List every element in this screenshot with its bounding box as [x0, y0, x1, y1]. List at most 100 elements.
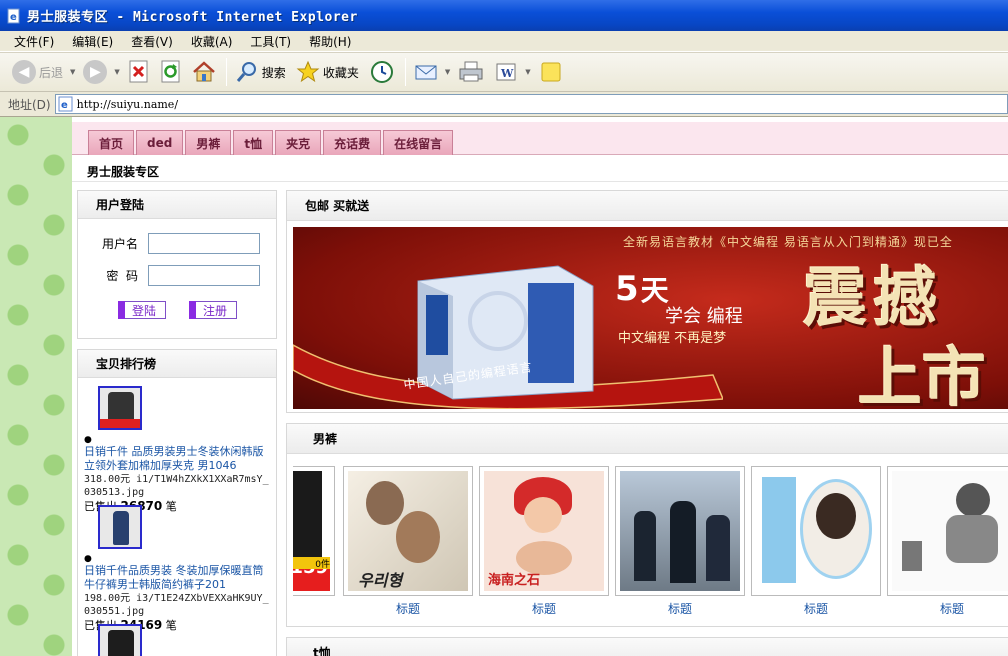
- ie-page-icon: e: [7, 8, 20, 23]
- refresh-icon: [161, 60, 180, 83]
- username-input[interactable]: [148, 233, 260, 254]
- image-overlay-text: 海南之石: [488, 573, 541, 588]
- back-arrow-icon: ◀: [12, 60, 36, 84]
- nav-tab-home[interactable]: 首页: [88, 130, 135, 155]
- product-thumbnail[interactable]: [98, 624, 142, 656]
- password-row: 密 码: [78, 265, 260, 286]
- login-panel: 用户登陆 用户名 密 码 登陆 注册: [77, 190, 277, 339]
- forward-arrow-icon: ▶: [83, 60, 108, 84]
- history-button[interactable]: [365, 56, 399, 88]
- pants-heading: 男裤: [287, 424, 1008, 454]
- stop-button[interactable]: [124, 56, 154, 88]
- svg-text:W: W: [500, 67, 514, 80]
- product-image-frame: [887, 466, 1008, 596]
- discuss-button[interactable]: [535, 56, 567, 88]
- menu-favorites[interactable]: 收藏(A): [183, 33, 243, 50]
- window-title: 男士服装专区 - Microsoft Internet Explorer: [27, 10, 358, 25]
- badge-text: 0件: [293, 557, 330, 570]
- back-dropdown-icon[interactable]: ▼: [70, 68, 75, 76]
- nav-tab-pants[interactable]: 男裤: [185, 130, 232, 155]
- product-image: [892, 471, 1008, 591]
- favorites-button[interactable]: 收藏夹: [292, 56, 363, 88]
- site-title: 男士服装专区: [87, 165, 160, 179]
- register-button[interactable]: 注册: [189, 301, 237, 319]
- product-caption[interactable]: 标题: [887, 600, 1008, 616]
- menu-edit[interactable]: 编辑(E): [64, 33, 123, 50]
- address-url: http://suiyu.name/: [76, 97, 179, 111]
- nav-tab-tshirt[interactable]: t恤: [233, 130, 274, 155]
- price-tag: [100, 419, 140, 428]
- mail-icon: [415, 65, 437, 80]
- menu-tools[interactable]: 工具(T): [242, 33, 301, 50]
- product-image-frame: 159 0件: [293, 466, 335, 596]
- product-caption[interactable]: 标题: [615, 600, 745, 616]
- nav-tab-guestbook[interactable]: 在线留言: [383, 130, 454, 155]
- product-image: 우리형: [348, 471, 468, 591]
- refresh-button[interactable]: [156, 56, 186, 88]
- note-icon: [541, 62, 561, 82]
- bullet-icon: ●: [84, 554, 92, 564]
- product-caption[interactable]: 标题: [751, 600, 881, 616]
- product-caption[interactable]: 标题: [343, 600, 473, 616]
- page-viewport[interactable]: 首页 ded 男裤 t恤 夹克 充话费 在线留言 男士服装专区 用户登陆 用户名…: [0, 117, 1008, 656]
- nav-tab-ded[interactable]: ded: [136, 130, 184, 155]
- tshirt-heading: t恤: [287, 638, 1008, 656]
- login-button[interactable]: 登陆: [118, 301, 166, 319]
- nav-tab-recharge[interactable]: 充话费: [323, 130, 382, 155]
- window-title-bar[interactable]: e 男士服装专区 - Microsoft Internet Explorer: [0, 0, 1008, 31]
- product-card[interactable]: 우리형 标题: [343, 466, 473, 616]
- product-card[interactable]: 标题: [615, 466, 745, 616]
- product-link[interactable]: 日销千件 品质男装男士冬装休闲韩版立领外套加棉加厚夹克 男1046: [84, 445, 274, 473]
- stop-icon: [129, 60, 148, 83]
- product-image: [620, 471, 740, 591]
- forward-dropdown-icon[interactable]: ▼: [114, 68, 119, 76]
- bullet-icon: ●: [84, 435, 92, 445]
- product-card[interactable]: 海南之石 标题: [479, 466, 609, 616]
- back-button[interactable]: ◀ 后退: [8, 56, 67, 88]
- menu-view[interactable]: 查看(V): [123, 33, 183, 50]
- printer-icon: [459, 61, 483, 82]
- product-card[interactable]: 标题: [751, 466, 881, 616]
- search-button[interactable]: 搜索: [231, 56, 290, 88]
- ranking-heading: 宝贝排行榜: [78, 350, 276, 378]
- address-bar: 地址(D) e http://suiyu.name/: [0, 92, 1008, 117]
- edit-dropdown-icon[interactable]: ▼: [525, 68, 530, 76]
- search-icon: [236, 62, 256, 82]
- product-image: [756, 471, 876, 591]
- nav-tab-jacket[interactable]: 夹克: [275, 130, 322, 155]
- history-icon: [370, 61, 393, 83]
- product-link[interactable]: 日销千件品质男装 冬装加厚保暖直筒牛仔裤男士韩版简约裤子201: [84, 564, 274, 592]
- product-image-frame: [751, 466, 881, 596]
- product-image-frame: [615, 466, 745, 596]
- menu-bar: 文件(F) 编辑(E) 查看(V) 收藏(A) 工具(T) 帮助(H): [0, 31, 1008, 52]
- address-label: 地址(D): [8, 97, 51, 112]
- product-thumbnail[interactable]: [98, 505, 142, 549]
- product-carousel[interactable]: 159 0件 우리형 标题: [293, 466, 1008, 616]
- password-label: 密 码: [106, 269, 138, 283]
- product-thumbnail[interactable]: [98, 386, 142, 430]
- banner-slogan: 中文编程 不再是梦: [618, 331, 727, 346]
- jeans-image: [113, 511, 129, 545]
- product-caption[interactable]: 标题: [479, 600, 609, 616]
- password-input[interactable]: [148, 265, 260, 286]
- nav-tabs: 首页 ded 男裤 t恤 夹克 充话费 在线留言: [88, 130, 455, 155]
- address-input[interactable]: e http://suiyu.name/: [54, 94, 1008, 114]
- print-button[interactable]: [454, 56, 488, 88]
- promo-banner[interactable]: 全新易语言教材《中文编程 易语言从入门到精通》现已全 5天 学会 编程 中文编程…: [293, 227, 1008, 409]
- product-card[interactable]: 159 0件: [293, 466, 335, 596]
- home-button[interactable]: [188, 56, 220, 88]
- svg-text:e: e: [10, 12, 17, 23]
- toolbar-separator: [404, 58, 406, 86]
- product-image-frame: 우리형: [343, 466, 473, 596]
- product-image-frame: 海南之石: [479, 466, 609, 596]
- standard-toolbar: ◀ 后退 ▼ ▶ ▼ 搜索 收藏夹 ▼ W ▼: [0, 52, 1008, 92]
- ranking-panel: 宝贝排行榜 ● 日销千件 品质男装男士冬装休闲韩版立领外套加棉加厚夹克 男104…: [77, 349, 277, 656]
- svg-text:e: e: [61, 100, 68, 111]
- product-card[interactable]: 标题: [887, 466, 1008, 616]
- menu-file[interactable]: 文件(F): [6, 33, 64, 50]
- edit-button[interactable]: W: [490, 56, 522, 88]
- forward-button[interactable]: ▶: [79, 56, 111, 88]
- mail-dropdown-icon[interactable]: ▼: [445, 68, 450, 76]
- mail-button[interactable]: [410, 56, 442, 88]
- menu-help[interactable]: 帮助(H): [301, 33, 361, 50]
